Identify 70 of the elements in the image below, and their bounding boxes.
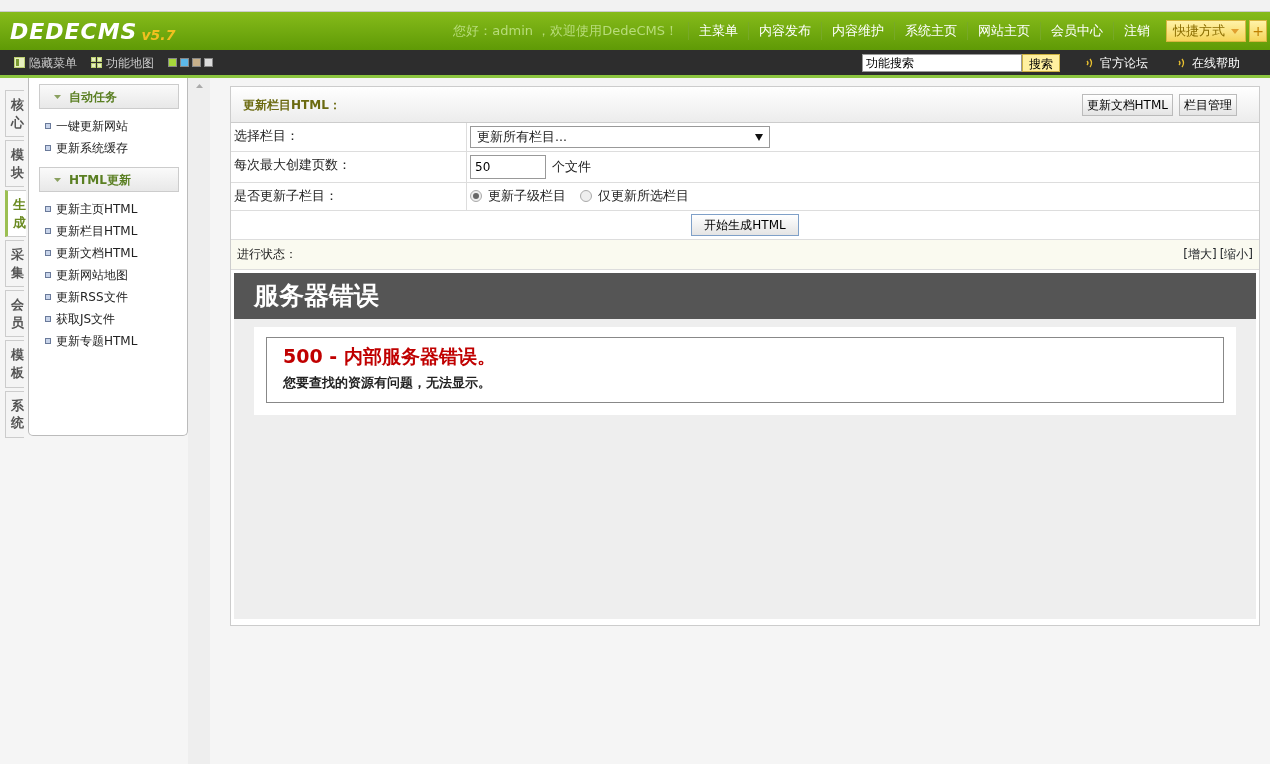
side-tab[interactable]: 核心 [5,90,24,138]
caret-icon [755,133,763,141]
menu-item[interactable]: 更新系统缓存 [39,137,179,159]
radio-label: 仅更新所选栏目 [598,187,689,205]
caret-icon [54,94,61,99]
caret-icon [54,177,61,182]
error-message: 您要查找的资源有问题，无法显示。 [283,374,492,393]
menu-item[interactable]: 更新专题HTML [39,330,179,352]
bullet-icon [45,316,51,322]
quick-menu-button[interactable]: 快捷方式 [1166,20,1246,42]
panel-button[interactable]: 栏目管理 [1179,93,1237,116]
menu-item[interactable]: 更新栏目HTML [39,220,179,242]
menu-item[interactable]: 一键更新网站 [39,115,179,137]
help-link[interactable]: 在线帮助 [1178,53,1240,72]
error-heading: 服务器错误 [234,272,1256,319]
zoom-link[interactable]: [缩小] [1219,245,1253,264]
theme-swatch[interactable] [168,58,177,67]
bullet-icon [45,250,51,256]
theme-swatch[interactable] [204,58,213,67]
toolbar-link[interactable]: 隐藏菜单 [14,53,77,72]
radio-label: 更新子级栏目 [488,187,566,205]
panel-icon [14,57,25,68]
menu-item[interactable]: 更新RSS文件 [39,286,179,308]
caret-icon [1231,28,1239,34]
generate-button[interactable]: 开始生成HTML [691,213,799,236]
signal-icon [1178,57,1186,68]
radio-button[interactable] [580,190,592,203]
radio-button[interactable] [470,190,482,203]
menu-item[interactable]: 更新主页HTML [39,198,179,220]
menu-group-header[interactable]: 自动任务 [39,84,179,109]
help-link[interactable]: 官方论坛 [1086,53,1148,72]
scroll-up-icon [195,84,203,88]
page-count-field[interactable]: 50 [470,155,546,179]
logo: DEDECMS [10,17,138,46]
bullet-icon [45,272,51,278]
theme-swatch[interactable] [192,58,201,67]
toolbar-link[interactable]: 功能地图 [91,53,154,72]
bullet-icon [45,294,51,300]
search-field[interactable]: 功能搜索 [862,53,1022,72]
unit-label: 个文件 [552,157,591,176]
bullet-icon [45,123,51,129]
status-label: 进行状态： [237,246,297,264]
bullet-icon [45,206,51,212]
bullet-icon [45,228,51,234]
menu-item[interactable]: 更新网站地图 [39,264,179,286]
error-title: 500 - 内部服务器错误。 [283,343,497,369]
side-tab[interactable]: 系统 [5,390,24,438]
side-tab[interactable]: 模块 [5,140,24,188]
panel-button[interactable]: 更新文档HTML [1081,93,1173,116]
bullet-icon [45,338,51,344]
field-label: 选择栏目： [231,123,467,151]
bullet-icon [45,145,51,151]
menu-group-header[interactable]: HTML更新 [39,167,179,192]
theme-swatch[interactable] [180,58,189,67]
search-button[interactable]: 搜索 [1022,53,1060,72]
field-label: 每次最大创建页数： [231,152,467,182]
field-label: 是否更新子栏目： [231,183,467,210]
side-tab[interactable]: 模板 [5,340,24,388]
side-tab[interactable]: 采集 [5,240,24,288]
panel-title: 更新栏目HTML： [243,96,341,114]
signal-icon [1086,57,1094,68]
zoom-link[interactable]: [增大] [1183,245,1217,264]
menu-item[interactable]: 获取JS文件 [39,308,179,330]
side-tab[interactable]: 生成 [5,190,26,238]
welcome-text: 您好：admin ，欢迎使用DedeCMS！ [453,22,678,41]
menu-item[interactable]: 更新文档HTML [39,242,179,264]
side-tab[interactable]: 会员 [5,290,24,338]
grid-icon [91,57,102,68]
category-select[interactable]: 更新所有栏目... [470,126,770,148]
version-label: v5.7 [141,25,176,45]
